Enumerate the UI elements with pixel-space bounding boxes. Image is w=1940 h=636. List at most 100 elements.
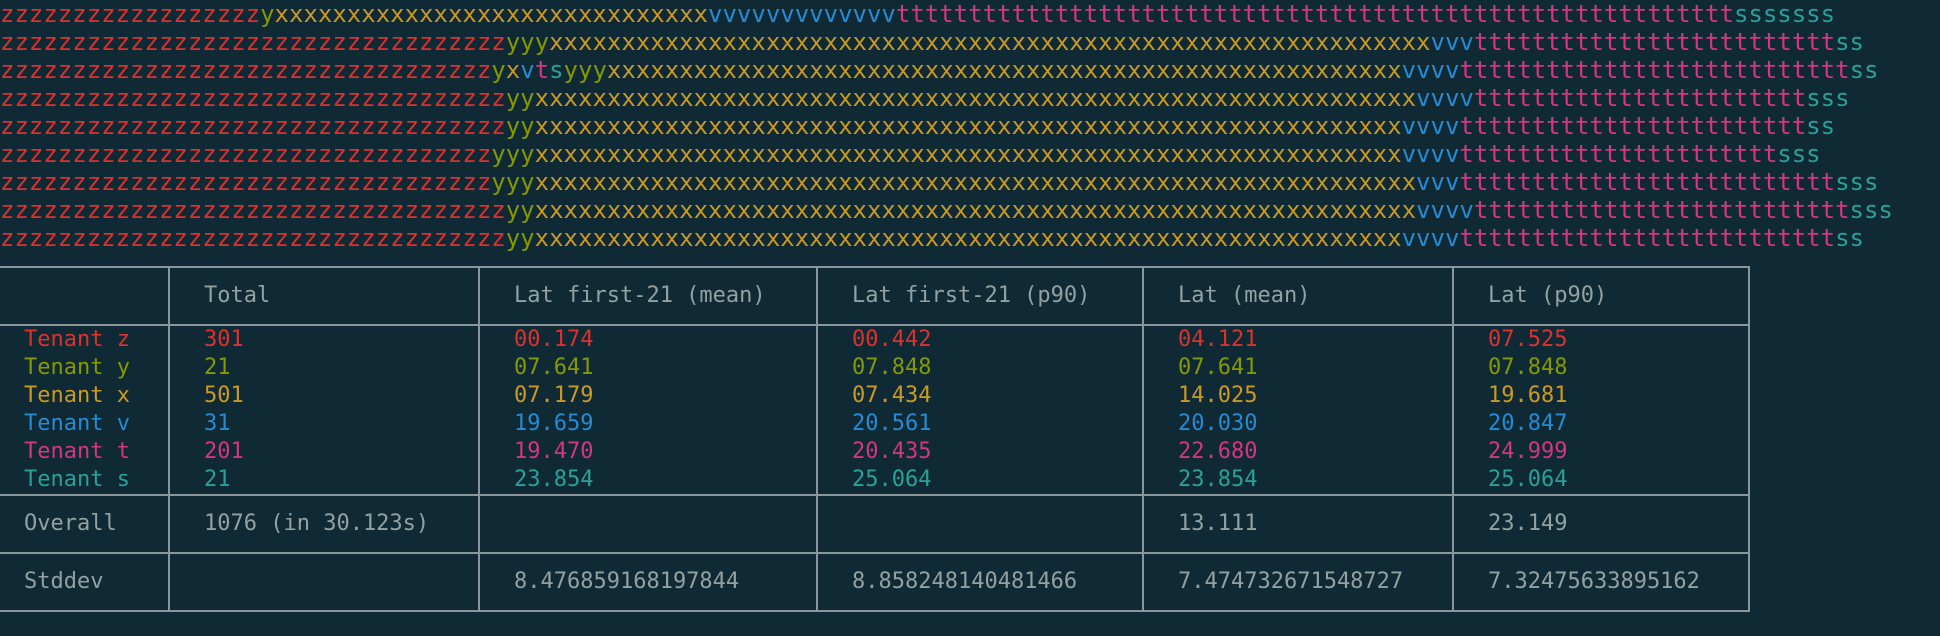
- overall-mean: 13.111: [1142, 494, 1454, 554]
- tenant-total-column: 301 21 501 31 201 21: [168, 324, 480, 496]
- timeline-segment-tenant-y: y: [260, 0, 275, 28]
- timeline-row: zzzzzzzzzzzzzzzzzzzzzzzzzzzzzzzzzzyxvtsy…: [0, 56, 1940, 84]
- timeline-segment-tenant-x: xxxxxxxxxxxxxxxxxxxxxxxxxxxxxxxxxxxxxxxx…: [534, 84, 1417, 112]
- timeline-segment-tenant-s: ss: [1806, 112, 1836, 140]
- timeline-row: zzzzzzzzzzzzzzzzzzzzzzzzzzzzzzzzzzzyyyxx…: [0, 28, 1940, 56]
- timeline-segment-tenant-s: ss: [1835, 28, 1864, 56]
- tenant-s-first-p90: 25.064: [852, 467, 932, 492]
- tenant-t-label: Tenant t: [24, 439, 130, 464]
- timeline-segment-tenant-s: sss: [1835, 168, 1879, 196]
- timeline-segment-tenant-v: vvv: [1416, 168, 1460, 196]
- timeline-segment-tenant-y: yyy: [491, 140, 535, 168]
- timeline-segment-tenant-z: zzzzzzzzzzzzzzzzzzzzzzzzzzzzzzzzzz: [0, 56, 492, 84]
- stddev-p90: 7.32475633895162: [1452, 552, 1750, 612]
- overall-row: Overall 1076 (in 30.123s) 13.111 23.149: [0, 494, 1750, 554]
- timeline-segment-tenant-s: ss: [1849, 56, 1879, 84]
- timeline-segment-tenant-y: yy: [505, 196, 535, 224]
- timeline-segment-tenant-y: yyy: [563, 56, 607, 84]
- overall-label: Overall: [0, 494, 170, 554]
- tenant-z-total: 301: [204, 327, 244, 352]
- timeline-segment-tenant-x: xxxxxxxxxxxxxxxxxxxxxxxxxxxxxxxxxxxxxxxx…: [549, 28, 1431, 56]
- timeline-segment-tenant-t: tttttttttttttttttttttttttt: [1459, 224, 1836, 252]
- tenant-z-first-mean: 00.174: [514, 327, 594, 352]
- timeline-segment-tenant-t: tttttttttttttttttttttttttt: [1459, 168, 1836, 196]
- timeline-segment-tenant-x: xxxxxxxxxxxxxxxxxxxxxxxxxxxxxxxxxxxxxxxx…: [534, 196, 1417, 224]
- overall-first-p90: [816, 494, 1144, 554]
- tenant-s-p90: 25.064: [1488, 467, 1568, 492]
- timeline-segment-tenant-x: xxxxxxxxxxxxxxxxxxxxxxxxxxxxxxxxxxxxxxxx…: [534, 224, 1402, 252]
- timeline-segment-tenant-t: tttttttttttttttttttttttttttttttttttttttt…: [895, 0, 1734, 28]
- stddev-label: Stddev: [0, 552, 170, 612]
- overall-total: 1076 (in 30.123s): [168, 494, 480, 554]
- header-cell-lat-mean: Lat (mean): [1142, 266, 1454, 326]
- timeline-segment-tenant-s: sss: [1806, 84, 1850, 112]
- header-cell-lat-p90: Lat (p90): [1452, 266, 1750, 326]
- timeline-segment-tenant-s: ss: [1835, 224, 1864, 252]
- timeline-segment-tenant-t: t: [534, 56, 550, 84]
- stddev-first-p90: 8.858248140481466: [816, 552, 1144, 612]
- tenant-z-mean: 04.121: [1178, 327, 1258, 352]
- tenant-v-total: 31: [204, 411, 231, 436]
- tenant-s-first-mean: 23.854: [514, 467, 594, 492]
- tenant-s-label: Tenant s: [24, 467, 130, 492]
- tenant-t-total: 201: [204, 439, 244, 464]
- header-cell-tenant: [0, 266, 170, 326]
- tenant-t-first-p90: 20.435: [852, 439, 932, 464]
- timeline-segment-tenant-z: zzzzzzzzzzzzzzzzzzzzzzzzzzzzzzzzzzz: [0, 112, 506, 140]
- stddev-mean: 7.474732671548727: [1142, 552, 1454, 612]
- tenant-v-label: Tenant v: [24, 411, 130, 436]
- tenant-timeline: zzzzzzzzzzzzzzzzzzyxxxxxxxxxxxxxxxxxxxxx…: [0, 0, 1940, 252]
- timeline-row: zzzzzzzzzzzzzzzzzzzzzzzzzzzzzzzzzzyyyxxx…: [0, 140, 1940, 168]
- header-cell-lat-first-mean: Lat first-21 (mean): [478, 266, 818, 326]
- timeline-row: zzzzzzzzzzzzzzzzzzzzzzzzzzzzzzzzzzyyyxxx…: [0, 168, 1940, 196]
- tenant-y-total: 21: [204, 355, 231, 380]
- header-cell-lat-first-p90: Lat first-21 (p90): [816, 266, 1144, 326]
- tenant-y-first-p90: 07.848: [852, 355, 932, 380]
- latency-stats-table: Total Lat first-21 (mean) Lat first-21 (…: [0, 266, 1750, 612]
- tenant-t-first-mean: 19.470: [514, 439, 594, 464]
- tenant-first-mean-column: 00.174 07.641 07.179 19.659 19.470 23.854: [478, 324, 818, 496]
- overall-p90: 23.149: [1452, 494, 1750, 554]
- timeline-segment-tenant-t: tttttttttttttttttttttttt: [1459, 112, 1807, 140]
- timeline-row: zzzzzzzzzzzzzzzzzzzzzzzzzzzzzzzzzzzyyxxx…: [0, 196, 1940, 224]
- timeline-segment-tenant-x: xxxxxxxxxxxxxxxxxxxxxxxxxxxxxxxxxxxxxxxx…: [534, 112, 1402, 140]
- tenant-x-first-p90: 07.434: [852, 383, 932, 408]
- tenant-mean-column: 04.121 07.641 14.025 20.030 22.680 23.854: [1142, 324, 1454, 496]
- tenant-x-mean: 14.025: [1178, 383, 1258, 408]
- tenant-x-label: Tenant x: [24, 383, 130, 408]
- tenant-z-label: Tenant z: [24, 327, 130, 352]
- timeline-segment-tenant-z: zzzzzzzzzzzzzzzzzzzzzzzzzzzzzzzzzz: [0, 168, 492, 196]
- timeline-segment-tenant-z: zzzzzzzzzzzzzzzzzz: [0, 0, 261, 28]
- tenant-y-first-mean: 07.641: [514, 355, 594, 380]
- timeline-row: zzzzzzzzzzzzzzzzzzzzzzzzzzzzzzzzzzzyyxxx…: [0, 224, 1940, 252]
- timeline-segment-tenant-z: zzzzzzzzzzzzzzzzzzzzzzzzzzzzzzzzzz: [0, 140, 492, 168]
- timeline-segment-tenant-v: v: [520, 56, 535, 84]
- timeline-segment-tenant-x: xxxxxxxxxxxxxxxxxxxxxxxxxxxxxxxxxxxxxxxx…: [534, 140, 1402, 168]
- timeline-segment-tenant-t: ttttttttttttttttttttttt: [1473, 84, 1807, 112]
- timeline-row: zzzzzzzzzzzzzzzzzzzzzzzzzzzzzzzzzzzyyxxx…: [0, 84, 1940, 112]
- timeline-segment-tenant-y: yy: [505, 84, 535, 112]
- tenant-y-label: Tenant y: [24, 355, 130, 380]
- timeline-segment-tenant-y: y: [491, 56, 506, 84]
- timeline-segment-tenant-z: zzzzzzzzzzzzzzzzzzzzzzzzzzzzzzzzzzz: [0, 196, 506, 224]
- tenant-x-total: 501: [204, 383, 244, 408]
- timeline-segment-tenant-x: xxxxxxxxxxxxxxxxxxxxxxxxxxxxxxxxxxxxxxxx…: [606, 56, 1402, 84]
- timeline-segment-tenant-v: vvvv: [1401, 56, 1460, 84]
- timeline-row: zzzzzzzzzzzzzzzzzzyxxxxxxxxxxxxxxxxxxxxx…: [0, 0, 1940, 28]
- timeline-segment-tenant-z: zzzzzzzzzzzzzzzzzzzzzzzzzzzzzzzzzzz: [0, 28, 506, 56]
- tenant-x-p90: 19.681: [1488, 383, 1568, 408]
- header-cell-total: Total: [168, 266, 480, 326]
- tenant-s-mean: 23.854: [1178, 467, 1258, 492]
- timeline-segment-tenant-y: yyy: [491, 168, 535, 196]
- terminal-window[interactable]: zzzzzzzzzzzzzzzzzzyxxxxxxxxxxxxxxxxxxxxx…: [0, 0, 1940, 636]
- timeline-row: zzzzzzzzzzzzzzzzzzzzzzzzzzzzzzzzzzzyyxxx…: [0, 112, 1940, 140]
- timeline-segment-tenant-v: vvvv: [1416, 196, 1474, 224]
- timeline-segment-tenant-x: xxxxxxxxxxxxxxxxxxxxxxxxxxxxxxxxxxxxxxxx…: [534, 168, 1417, 196]
- stddev-row: Stddev 8.476859168197844 8.8582481404814…: [0, 552, 1750, 612]
- tenant-s-total: 21: [204, 467, 231, 492]
- timeline-segment-tenant-s: sssssss: [1733, 0, 1836, 28]
- timeline-segment-tenant-t: ttttttttttttttttttttttttttt: [1459, 56, 1850, 84]
- tenant-p90-column: 07.525 07.848 19.681 20.847 24.999 25.064: [1452, 324, 1750, 496]
- timeline-segment-tenant-x: x: [505, 56, 521, 84]
- timeline-segment-tenant-t: ttttttttttttttttttttttttt: [1473, 28, 1836, 56]
